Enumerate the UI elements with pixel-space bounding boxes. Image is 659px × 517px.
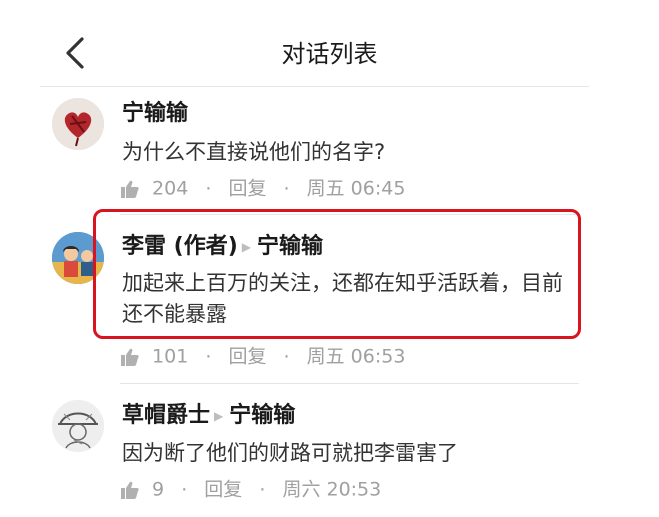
comment-meta: 9 · 回复 · 周六 20:53: [120, 477, 381, 502]
top-bar: 对话列表: [0, 0, 659, 90]
timestamp: 周五 06:53: [306, 345, 406, 368]
reply-button[interactable]: 回复: [228, 346, 266, 368]
reply-arrow-icon: ▶: [214, 409, 224, 423]
page-title: 对话列表: [281, 40, 378, 68]
reply-button[interactable]: 回复: [228, 178, 266, 200]
comment-text: 因为断了他们的财路可就把李雷害了: [122, 441, 458, 465]
comment-author-row: 草帽爵士 ▶ 宁输输: [122, 402, 295, 430]
comment-meta: 204 · 回复 · 周五 06:45: [120, 176, 405, 201]
header-divider: [40, 86, 589, 87]
comment-meta: 101 · 回复 · 周五 06:53: [120, 344, 405, 369]
separator-dot: ·: [181, 478, 188, 501]
timestamp: 周五 06:45: [306, 177, 406, 200]
separator-dot: ·: [205, 177, 212, 200]
like-count: 9: [152, 478, 165, 501]
reply-button[interactable]: 回复: [204, 479, 242, 501]
author-name[interactable]: 宁输输: [122, 101, 188, 126]
comment-text: 为什么不直接说他们的名字?: [122, 140, 386, 164]
author-name[interactable]: 草帽爵士: [122, 403, 210, 428]
timestamp: 周六 20:53: [282, 478, 382, 501]
separator-dot: ·: [283, 177, 290, 200]
sketch-avatar-image: [52, 400, 104, 452]
separator-dot: ·: [205, 345, 212, 368]
highlight-frame: [93, 209, 581, 339]
separator-dot: ·: [283, 345, 290, 368]
thumbs-up-icon[interactable]: [120, 480, 140, 500]
avatar[interactable]: [52, 98, 104, 150]
separator-dot: ·: [259, 478, 266, 501]
thumbs-up-icon[interactable]: [120, 179, 140, 199]
comment-author-row: 宁输输: [122, 100, 188, 128]
comment-divider: [120, 383, 579, 384]
avatar[interactable]: [52, 400, 104, 452]
heart-avatar-image: [52, 98, 104, 150]
reply-to-name[interactable]: 宁输输: [229, 403, 295, 428]
like-count: 101: [152, 345, 189, 368]
like-count: 204: [152, 177, 189, 200]
thumbs-up-icon[interactable]: [120, 347, 140, 367]
